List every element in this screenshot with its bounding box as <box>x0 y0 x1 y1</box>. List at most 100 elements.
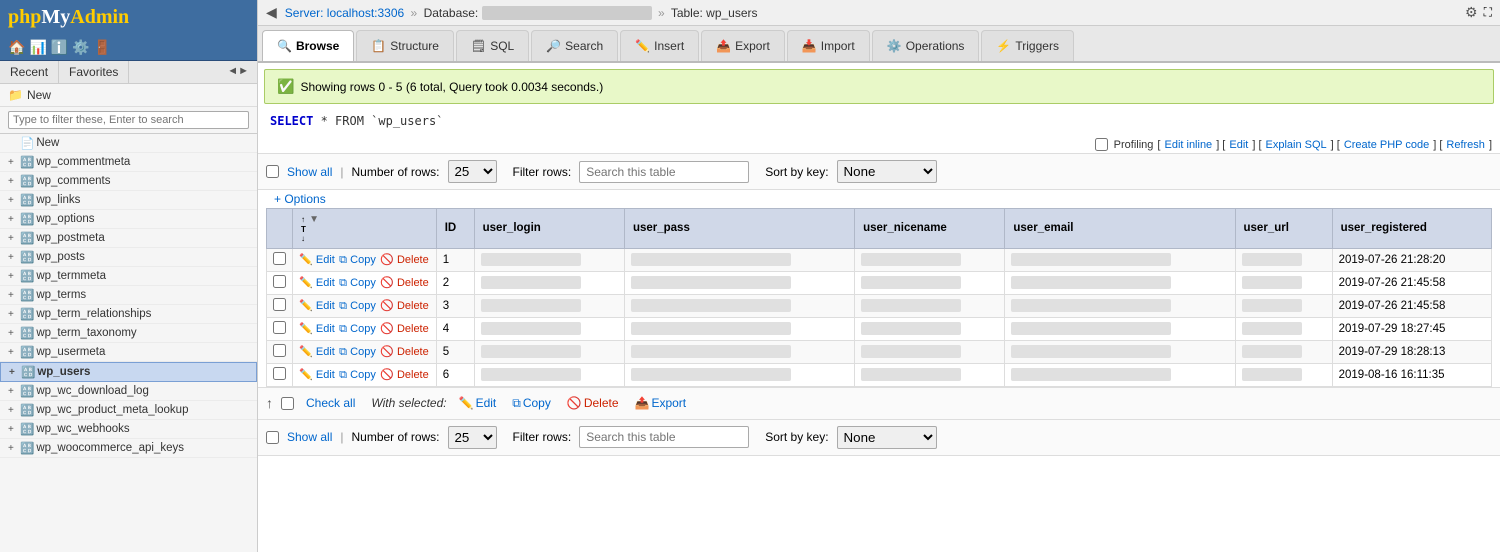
sidebar-item-wp_terms[interactable]: + 🔠 wp_terms <box>0 286 257 305</box>
edit-inline-link[interactable]: Edit inline <box>1164 139 1212 151</box>
row-copy-button[interactable]: Copy <box>350 300 376 312</box>
sidebar-tab-favorites[interactable]: Favorites <box>59 61 129 83</box>
th-id[interactable]: ID <box>436 209 474 249</box>
filter-icon[interactable]: ▼ <box>309 214 319 225</box>
sidebar-item-wp_links[interactable]: + 🔠 wp_links <box>0 191 257 210</box>
sidebar-item-wp_comments[interactable]: + 🔠 wp_comments <box>0 172 257 191</box>
breadcrumb-server[interactable]: Server: localhost:3306 <box>285 6 404 20</box>
create-php-link[interactable]: Create PHP code <box>1344 139 1429 151</box>
row-checkbox[interactable] <box>273 344 286 357</box>
tab-operations[interactable]: ⚙️ Operations <box>872 30 980 61</box>
tab-triggers[interactable]: ⚡ Triggers <box>981 30 1074 61</box>
row-edit-button[interactable]: Edit <box>316 346 335 358</box>
bulk-export-button[interactable]: 📤 Export <box>631 394 691 412</box>
check-all-button[interactable]: Check all <box>306 396 355 410</box>
sidebar-item-wp_options[interactable]: + 🔠 wp_options <box>0 210 257 229</box>
th-user_pass[interactable]: user_pass <box>624 209 854 249</box>
settings-gear-icon[interactable]: ⚙ <box>1465 4 1478 21</box>
sidebar-collapse-btn[interactable]: ◄► <box>219 61 257 83</box>
sidebar-item-wp_woocommerce_api_keys[interactable]: + 🔠 wp_woocommerce_api_keys <box>0 439 257 458</box>
th-user_email[interactable]: user_email <box>1005 209 1235 249</box>
row-delete-button[interactable]: Delete <box>397 323 429 335</box>
bottom-filter-input[interactable] <box>579 426 749 448</box>
tab-insert[interactable]: ✏️ Insert <box>620 30 699 61</box>
sidebar-item-wp_wc_download_log[interactable]: + 🔠 wp_wc_download_log <box>0 382 257 401</box>
sidebar-filter-input[interactable] <box>8 111 249 129</box>
sidebar-item-wp_posts[interactable]: + 🔠 wp_posts <box>0 248 257 267</box>
explain-sql-link[interactable]: Explain SQL <box>1266 139 1327 151</box>
settings-icon[interactable]: ⚙️ <box>72 39 89 56</box>
breadcrumb-database-value[interactable]: ████████████████████ <box>482 6 652 20</box>
sort-by-key-select[interactable]: None PRIMARY <box>837 160 937 183</box>
options-link[interactable]: + Options <box>266 188 334 210</box>
th-user_nicename[interactable]: user_nicename <box>855 209 1005 249</box>
profiling-checkbox[interactable] <box>1095 138 1108 151</box>
row-checkbox[interactable] <box>273 298 286 311</box>
sidebar-item-wp_termmeta[interactable]: + 🔠 wp_termmeta <box>0 267 257 286</box>
tab-structure[interactable]: 📋 Structure <box>356 30 454 61</box>
sidebar-item-wp_term_relationships[interactable]: + 🔠 wp_term_relationships <box>0 305 257 324</box>
row-checkbox[interactable] <box>273 275 286 288</box>
maximize-icon[interactable]: ⛶ <box>1484 5 1492 20</box>
row-copy-button[interactable]: Copy <box>350 369 376 381</box>
sidebar-item-wp_usermeta[interactable]: + 🔠 wp_usermeta <box>0 343 257 362</box>
tab-search[interactable]: 🔎 Search <box>531 30 618 61</box>
show-all-checkbox[interactable] <box>266 165 279 178</box>
row-checkbox[interactable] <box>273 367 286 380</box>
sidebar-item-wp_commentmeta[interactable]: + 🔠 wp_commentmeta <box>0 153 257 172</box>
row-copy-button[interactable]: Copy <box>350 346 376 358</box>
show-all-button[interactable]: Show all <box>287 165 332 179</box>
row-copy-button[interactable]: Copy <box>350 323 376 335</box>
row-edit-button[interactable]: Edit <box>316 277 335 289</box>
th-user_registered[interactable]: user_registered <box>1332 209 1491 249</box>
row-delete-button[interactable]: Delete <box>397 254 429 266</box>
row-edit-button[interactable]: Edit <box>316 300 335 312</box>
tab-sql[interactable]: 🗒 SQL <box>456 30 529 61</box>
row-copy-button[interactable]: Copy <box>350 254 376 266</box>
back-button[interactable]: ◀ <box>266 4 277 21</box>
check-all-checkbox[interactable] <box>281 397 294 410</box>
row-delete-button[interactable]: Delete <box>397 300 429 312</box>
row-checkbox[interactable] <box>273 252 286 265</box>
tab-insert-label: Insert <box>654 39 684 53</box>
sidebar-item-wp_wc_webhooks[interactable]: + 🔠 wp_wc_webhooks <box>0 420 257 439</box>
refresh-link[interactable]: Refresh <box>1446 139 1485 151</box>
delete-icon: 🚫 <box>380 300 394 312</box>
home-icon[interactable]: 🏠 <box>8 39 25 56</box>
sidebar-item-new[interactable]: 📄 New <box>0 134 257 153</box>
num-rows-select[interactable]: 25 50 100 250 500 <box>448 160 497 183</box>
bottom-sort-select[interactable]: None PRIMARY <box>837 426 937 449</box>
info-icon[interactable]: ℹ️ <box>51 39 68 56</box>
bulk-copy-button[interactable]: ⧉ Copy <box>508 394 555 413</box>
sidebar-item-wp_users[interactable]: + 🔠 wp_users <box>0 362 257 382</box>
scroll-up-icon[interactable]: ↑ <box>266 395 273 411</box>
row-delete-button[interactable]: Delete <box>397 369 429 381</box>
bulk-edit-button[interactable]: ✏️ Edit <box>455 394 501 412</box>
row-checkbox[interactable] <box>273 321 286 334</box>
th-user_url[interactable]: user_url <box>1235 209 1332 249</box>
db-icon[interactable]: 📊 <box>29 39 46 56</box>
row-delete-button[interactable]: Delete <box>397 277 429 289</box>
tab-browse[interactable]: 🔍 Browse <box>262 30 354 61</box>
row-edit-button[interactable]: Edit <box>316 369 335 381</box>
row-edit-button[interactable]: Edit <box>316 254 335 266</box>
sidebar-item-wp_wc_product_meta_lookup[interactable]: + 🔠 wp_wc_product_meta_lookup <box>0 401 257 420</box>
sidebar-tab-recent[interactable]: Recent <box>0 61 59 83</box>
tab-export[interactable]: 📤 Export <box>701 30 785 61</box>
tab-import[interactable]: 📥 Import <box>787 30 870 61</box>
row-delete-button[interactable]: Delete <box>397 346 429 358</box>
bottom-show-all-button[interactable]: Show all <box>287 430 332 444</box>
edit-link[interactable]: Edit <box>1229 139 1248 151</box>
bulk-delete-button[interactable]: 🚫 Delete <box>563 394 623 412</box>
row-edit-button[interactable]: Edit <box>316 323 335 335</box>
sidebar-item-wp_term_taxonomy[interactable]: + 🔠 wp_term_taxonomy <box>0 324 257 343</box>
bottom-num-rows-select[interactable]: 25 50 100 <box>448 426 497 449</box>
bottom-show-all-checkbox[interactable] <box>266 431 279 444</box>
filter-rows-input[interactable] <box>579 161 749 183</box>
sidebar-item-wp_postmeta[interactable]: + 🔠 wp_postmeta <box>0 229 257 248</box>
sort-arrows[interactable]: ↑T↓ <box>301 215 306 244</box>
th-user_login[interactable]: user_login <box>474 209 624 249</box>
sidebar-new-button[interactable]: 📁 New <box>0 84 257 107</box>
exit-icon[interactable]: 🚪 <box>94 39 111 56</box>
row-copy-button[interactable]: Copy <box>350 277 376 289</box>
